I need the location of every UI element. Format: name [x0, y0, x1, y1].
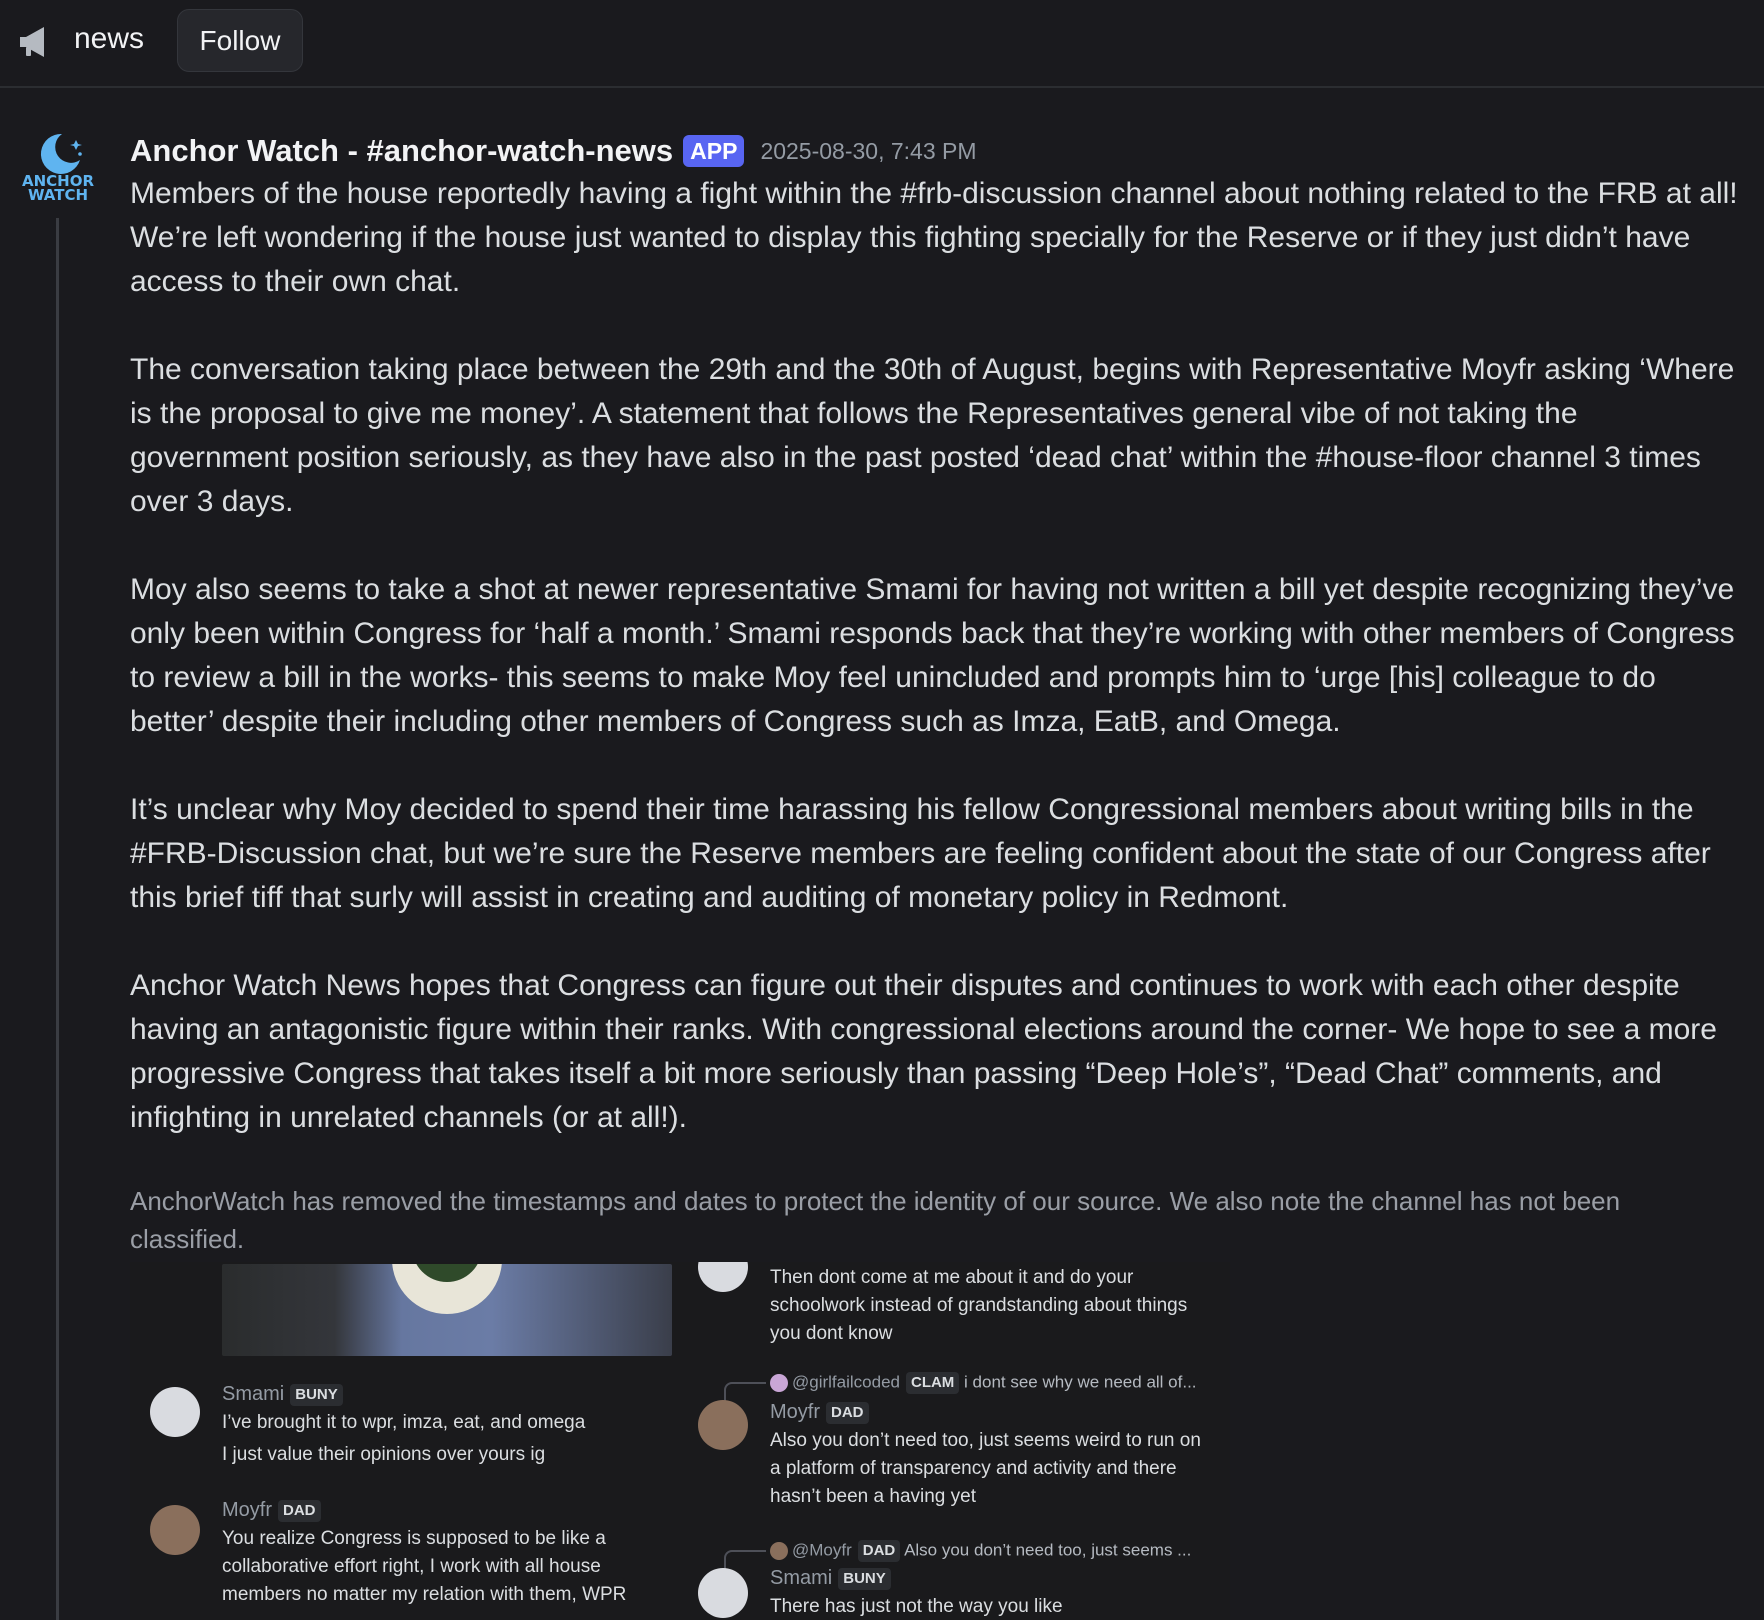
chat-username: Moyfr — [222, 1499, 272, 1521]
paragraph: It’s unclear why Moy decided to spend th… — [130, 793, 1711, 914]
chat-line: a platform of transparency and activity … — [770, 1458, 1177, 1479]
role-badge: BUNY — [838, 1567, 891, 1590]
channel-name: news — [74, 22, 145, 55]
reply-text: i dont see why we need all of... — [964, 1372, 1197, 1392]
app-badge: APP — [683, 135, 745, 167]
chat-line: hasn’t been a having yet — [770, 1486, 976, 1507]
role-badge: CLAM — [905, 1372, 960, 1394]
avatar — [698, 1400, 748, 1450]
avatar — [698, 1262, 748, 1292]
reply-text: Also you don’t need too, just seems ... — [904, 1540, 1192, 1560]
avatar — [150, 1387, 200, 1437]
chat-username: Smami — [770, 1567, 833, 1589]
attached-screenshot[interactable]: Smami BUNY I’ve brought it to wpr, imza, … — [130, 1262, 1230, 1620]
message-header: Anchor Watch - #anchor-watch-news APP 20… — [130, 128, 977, 174]
cropped-image — [222, 1264, 672, 1356]
chat-line: I’ve brought it to wpr, imza, eat, and o… — [222, 1412, 586, 1433]
chat-line: you dont know — [770, 1323, 893, 1344]
avatar — [150, 1505, 200, 1555]
follow-button[interactable]: Follow — [177, 9, 303, 72]
paragraph: Moy also seems to take a shot at newer r… — [130, 573, 1735, 738]
chat-username: Smami — [222, 1383, 285, 1405]
chat-line: You realize Congress is supposed to be l… — [222, 1528, 606, 1549]
reply-connector — [724, 1550, 766, 1570]
author-name[interactable]: Anchor Watch - #anchor-watch-news — [130, 133, 673, 169]
reply-preview[interactable]: @girlfailcoded CLAM i dont see why we nee… — [770, 1372, 1197, 1394]
avatar — [698, 1568, 748, 1618]
svg-text:WATCH: WATCH — [28, 186, 88, 204]
reply-mention: @Moyfr — [792, 1540, 852, 1560]
thread-line — [56, 218, 59, 1620]
message-body: Members of the house reportedly having a… — [130, 172, 1740, 1184]
author-avatar[interactable]: ANCHOR WATCH — [18, 130, 98, 210]
paragraph: Members of the house reportedly having a… — [130, 177, 1738, 298]
reply-connector — [724, 1382, 766, 1402]
role-badge: DAD — [826, 1401, 869, 1424]
reply-avatar — [770, 1374, 788, 1392]
role-badge: DAD — [857, 1540, 901, 1562]
chat-line: Also you don’t need too, just seems weir… — [770, 1430, 1201, 1451]
role-badge: BUNY — [290, 1383, 343, 1406]
reply-mention: @girlfailcoded — [792, 1372, 900, 1392]
chat-line: schoolwork instead of grandstanding abou… — [770, 1295, 1188, 1316]
chat-line: There has just not the way you like — [770, 1596, 1063, 1617]
megaphone-icon — [20, 27, 44, 57]
message-timestamp[interactable]: 2025-08-30, 7:43 PM — [760, 138, 976, 165]
anchor-watch-logo: ANCHOR WATCH — [22, 133, 94, 204]
chat-line: Then dont come at me about it and do you… — [770, 1267, 1134, 1288]
channel-header: news Follow — [0, 0, 1764, 88]
chat-line: I just value their opinions over yours i… — [222, 1444, 546, 1465]
reply-avatar — [770, 1542, 788, 1560]
reply-preview[interactable]: @Moyfr DAD Also you don’t need too, just … — [770, 1540, 1191, 1562]
role-badge: DAD — [278, 1499, 321, 1522]
chat-line: collaborative effort right, I work with … — [222, 1556, 601, 1577]
paragraph: Anchor Watch News hopes that Congress ca… — [130, 969, 1717, 1134]
chat-line: members no matter my relation with them,… — [222, 1584, 627, 1605]
chat-username: Moyfr — [770, 1401, 820, 1423]
paragraph: The conversation taking place between th… — [130, 353, 1735, 518]
source-note: AnchorWatch has removed the timestamps a… — [130, 1186, 1621, 1254]
